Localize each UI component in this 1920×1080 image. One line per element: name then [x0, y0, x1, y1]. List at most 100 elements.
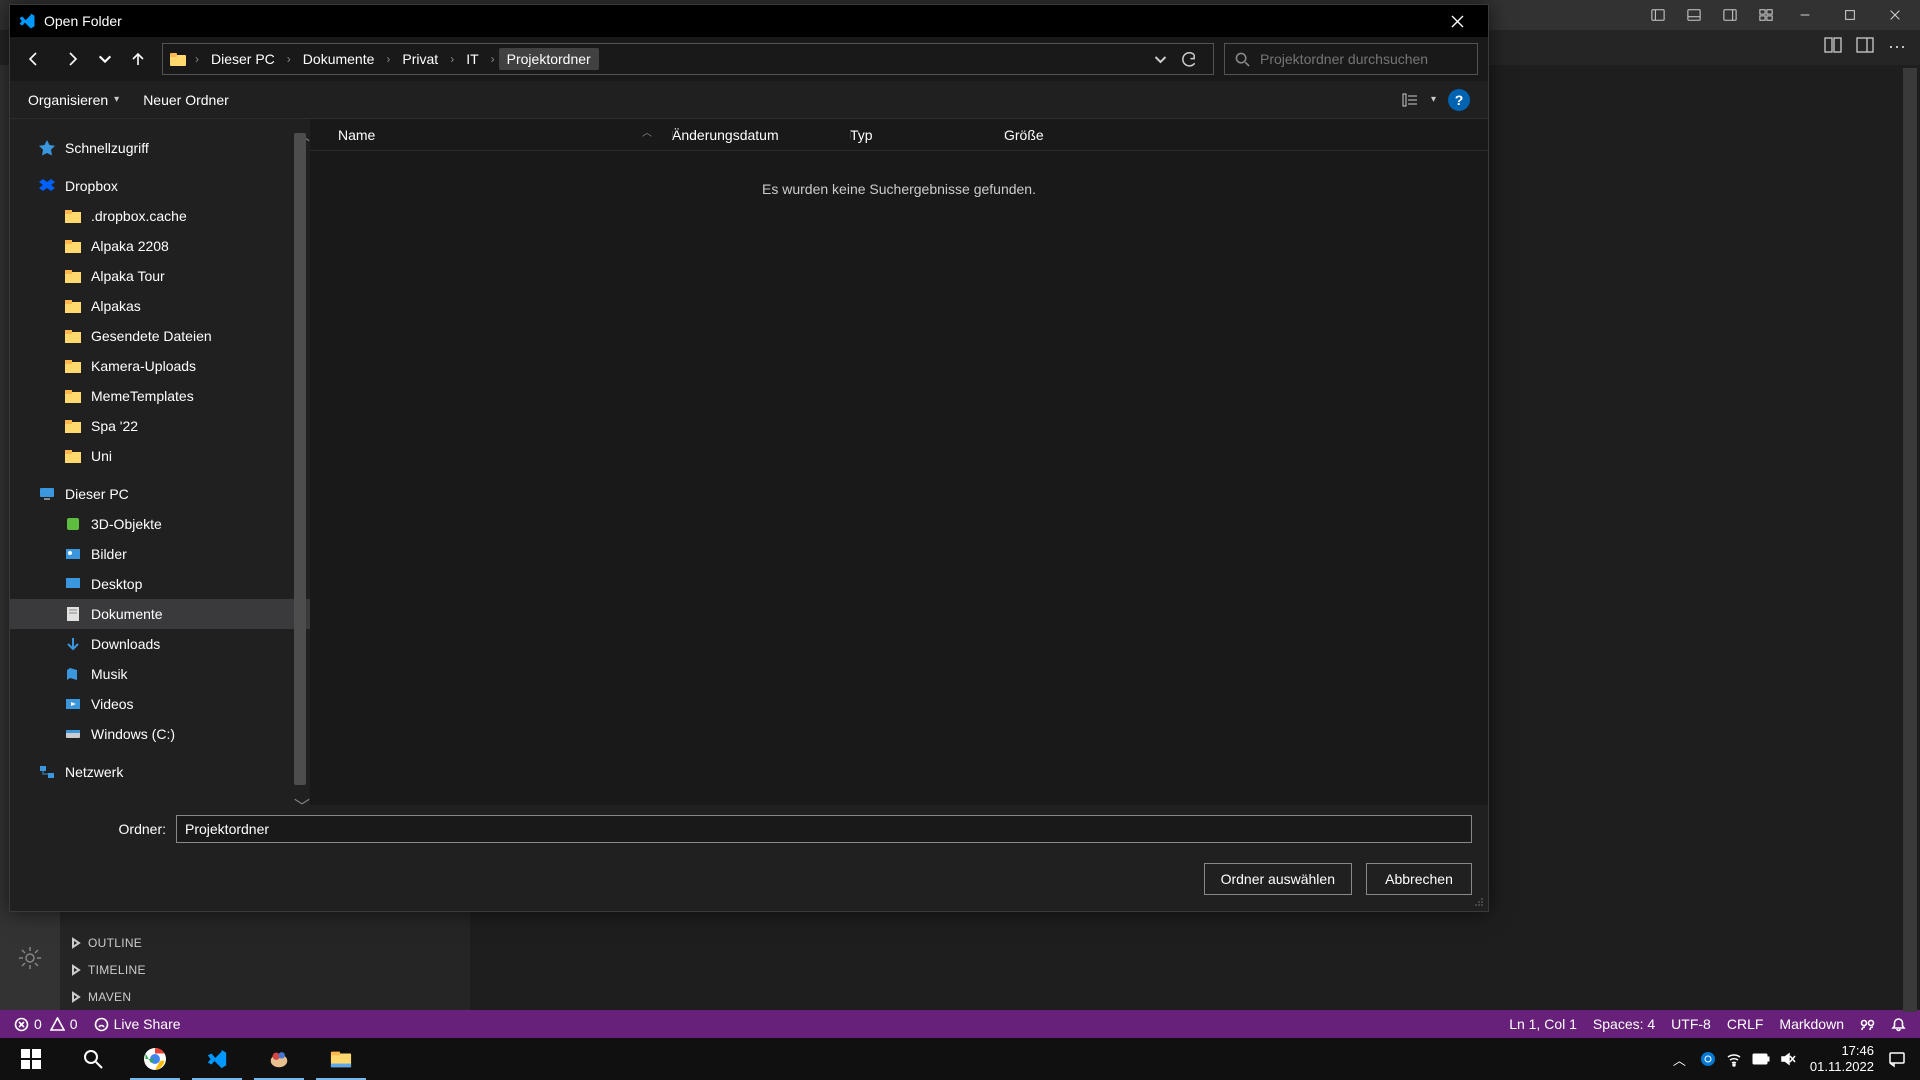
breadcrumb-item[interactable]: Dokumente — [295, 48, 383, 70]
refresh-icon[interactable] — [1182, 52, 1197, 67]
column-type[interactable]: Typ — [850, 127, 1004, 143]
tree-item[interactable]: Alpaka 2208 — [10, 231, 310, 261]
breadcrumb-item[interactable]: Dieser PC — [203, 48, 283, 70]
chrome-taskbar-icon[interactable] — [124, 1038, 186, 1080]
language-indicator[interactable]: Markdown — [1779, 1016, 1844, 1032]
feedback-icon[interactable] — [1860, 1017, 1875, 1032]
tree-quickaccess[interactable]: Schnellzugriff — [10, 133, 310, 163]
maven-section[interactable]: MAVEN — [60, 983, 470, 1010]
tree-item[interactable]: Musik — [10, 659, 310, 689]
minimize-button[interactable] — [1784, 0, 1825, 30]
nav-forward-button[interactable] — [58, 45, 86, 73]
search-box[interactable] — [1224, 43, 1478, 75]
column-name[interactable]: Name︿ — [338, 127, 672, 143]
tree-network[interactable]: Netzwerk — [10, 757, 310, 787]
indent-indicator[interactable]: Spaces: 4 — [1593, 1016, 1655, 1032]
notifications-icon[interactable] — [1888, 1050, 1906, 1068]
new-folder-button[interactable]: Neuer Ordner — [143, 92, 229, 108]
tree-item[interactable]: .dropbox.cache — [10, 201, 310, 231]
scroll-up-icon[interactable]: ︿ — [294, 121, 304, 131]
start-button[interactable] — [0, 1038, 62, 1080]
select-folder-button[interactable]: Ordner auswählen — [1204, 863, 1352, 895]
settings-gear-icon[interactable] — [17, 945, 43, 976]
search-button[interactable] — [62, 1038, 124, 1080]
tree-item[interactable]: Spa '22 — [10, 411, 310, 441]
tree-item[interactable]: Uni — [10, 441, 310, 471]
vscode-taskbar-icon[interactable] — [186, 1038, 248, 1080]
tree-label: Alpaka 2208 — [91, 238, 169, 254]
explorer-taskbar-icon[interactable] — [310, 1038, 372, 1080]
tree-item[interactable]: Alpaka Tour — [10, 261, 310, 291]
folder-icon — [169, 50, 187, 68]
open-folder-dialog: Open Folder › Dieser PC› Dokumente› Priv… — [9, 4, 1489, 912]
outline-section[interactable]: OUTLINE — [60, 929, 470, 956]
warnings-indicator[interactable]: 0 — [50, 1016, 78, 1032]
tree-item[interactable]: Gesendete Dateien — [10, 321, 310, 351]
tree-item[interactable]: Desktop — [10, 569, 310, 599]
scroll-down-icon[interactable]: ﹀ — [294, 793, 304, 803]
column-size[interactable]: Größe — [1004, 127, 1102, 143]
close-button[interactable] — [1875, 0, 1916, 30]
bell-icon[interactable] — [1891, 1017, 1906, 1032]
nav-back-button[interactable] — [20, 45, 48, 73]
nav-recent-button[interactable] — [96, 45, 114, 73]
nav-up-button[interactable] — [124, 45, 152, 73]
tree-dropbox[interactable]: Dropbox — [10, 171, 310, 201]
view-dropdown-icon[interactable]: ▾ — [1431, 94, 1436, 105]
breadcrumb-dropdown-icon[interactable] — [1153, 52, 1168, 67]
cancel-button[interactable]: Abbrechen — [1366, 863, 1472, 895]
app-taskbar-icon[interactable] — [248, 1038, 310, 1080]
errors-count: 0 — [34, 1016, 42, 1032]
encoding-indicator[interactable]: UTF-8 — [1671, 1016, 1711, 1032]
view-options-icon[interactable] — [1401, 91, 1419, 109]
help-button[interactable]: ? — [1448, 89, 1470, 111]
tree-label: Dropbox — [65, 178, 118, 194]
tray-expand-icon[interactable]: ︿ — [1673, 1050, 1686, 1069]
tree-item[interactable]: Kamera-Uploads — [10, 351, 310, 381]
liveshare-button[interactable]: Live Share — [94, 1016, 181, 1032]
liveshare-label: Live Share — [114, 1016, 181, 1032]
layout-grid-icon[interactable] — [1752, 0, 1780, 30]
folder-input[interactable] — [176, 815, 1472, 843]
eol-indicator[interactable]: CRLF — [1727, 1016, 1764, 1032]
taskbar-clock[interactable]: 17:46 01.11.2022 — [1810, 1043, 1874, 1074]
tree-item-selected[interactable]: Dokumente — [10, 599, 310, 629]
tree-this-pc[interactable]: Dieser PC — [10, 479, 310, 509]
breadcrumb-item[interactable]: Projektordner — [499, 48, 599, 70]
tree-item[interactable]: Alpakas — [10, 291, 310, 321]
search-icon — [1235, 52, 1250, 67]
tree-label: Videos — [91, 696, 134, 712]
breadcrumb-item[interactable]: IT — [458, 48, 486, 70]
search-input[interactable] — [1260, 51, 1467, 67]
battery-icon[interactable] — [1752, 1053, 1770, 1065]
tray-sync-icon[interactable] — [1700, 1051, 1716, 1067]
column-date[interactable]: Änderungsdatum — [672, 127, 850, 143]
editor-scrollbar[interactable] — [1903, 68, 1917, 1012]
layout-right-icon[interactable] — [1716, 0, 1744, 30]
tree-item[interactable]: 3D-Objekte — [10, 509, 310, 539]
split-editor-right-icon[interactable] — [1856, 36, 1874, 59]
dialog-close-button[interactable] — [1435, 5, 1480, 37]
tree-item[interactable]: Videos — [10, 689, 310, 719]
volume-muted-icon[interactable] — [1780, 1051, 1796, 1067]
layout-left-icon[interactable] — [1644, 0, 1672, 30]
tree-item[interactable]: Windows (C:) — [10, 719, 310, 749]
errors-indicator[interactable]: 0 — [14, 1016, 42, 1032]
more-actions-icon[interactable]: ⋯ — [1888, 37, 1906, 58]
system-tray — [1700, 1051, 1796, 1067]
tree-item[interactable]: Bilder — [10, 539, 310, 569]
wifi-icon[interactable] — [1726, 1051, 1742, 1067]
resize-grip-icon[interactable] — [1472, 895, 1484, 907]
split-editor-icon[interactable] — [1824, 36, 1842, 59]
tree-item[interactable]: Downloads — [10, 629, 310, 659]
layout-bottom-icon[interactable] — [1680, 0, 1708, 30]
organize-button[interactable]: Organisieren ▾ — [28, 92, 119, 108]
cursor-position[interactable]: Ln 1, Col 1 — [1509, 1016, 1577, 1032]
tree-label: Bilder — [91, 546, 127, 562]
timeline-section[interactable]: TIMELINE — [60, 956, 470, 983]
tree-item[interactable]: MemeTemplates — [10, 381, 310, 411]
breadcrumb-item[interactable]: Privat — [394, 48, 446, 70]
tree-label: MemeTemplates — [91, 388, 194, 404]
maximize-button[interactable] — [1829, 0, 1870, 30]
breadcrumb[interactable]: › Dieser PC› Dokumente› Privat› IT› Proj… — [162, 43, 1214, 75]
